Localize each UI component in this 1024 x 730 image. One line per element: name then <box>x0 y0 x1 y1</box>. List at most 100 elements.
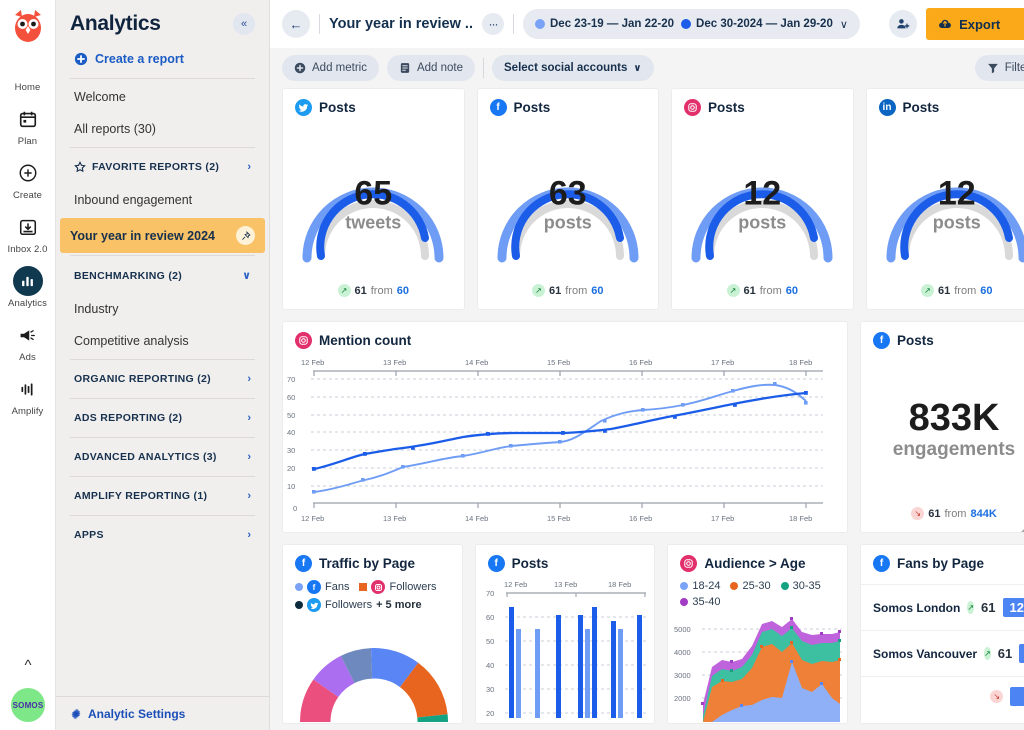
posts-bar-card[interactable]: f Posts 12 Feb 13 Feb 18 Feb 70 60 50 <box>475 544 656 724</box>
rail-footer: ^ SOMOS <box>0 657 56 722</box>
svg-text:17 Feb: 17 Feb <box>711 358 734 367</box>
top-bar: ← Your year in review .. ··· Dec 23-19 —… <box>270 0 1024 48</box>
select-social-accounts-dropdown[interactable]: Select social accounts ∨ <box>492 55 654 81</box>
svg-text:70: 70 <box>287 375 295 384</box>
filters-button[interactable]: Filters <box>975 55 1024 81</box>
legend-item-tw-followers[interactable]: Followers + 5 more <box>295 598 422 612</box>
gauge-value: 63 <box>478 177 659 211</box>
rail-item-create[interactable]: Create <box>0 158 56 201</box>
mention-count-card[interactable]: Mention count 12 Feb 13 Feb 14 Feb 15 Fe… <box>282 321 848 533</box>
trend-up-icon: ↗ <box>921 284 934 297</box>
avatar[interactable]: SOMOS <box>11 688 45 722</box>
divider <box>70 78 255 79</box>
owl-logo[interactable] <box>8 6 48 46</box>
chevron-right-icon: › <box>247 373 251 385</box>
rail-item-analytics[interactable]: Analytics <box>0 266 56 309</box>
card-title: Fans by Page <box>897 556 984 571</box>
engagements-card[interactable]: f Posts 833K engagements ↘ 61 from 844K … <box>860 321 1024 533</box>
sidebar-item-all-reports[interactable]: All reports (30) <box>70 113 255 145</box>
gauge-card-facebook-posts[interactable]: f Posts 63 posts ↗ 61 <box>477 88 660 310</box>
benchmarking-label: BENCHMARKING (2) <box>74 270 182 282</box>
svg-text:18 Feb: 18 Feb <box>789 514 812 523</box>
divider <box>70 359 255 360</box>
add-metric-button[interactable]: Add metric <box>282 55 379 81</box>
date-range-selector[interactable]: Dec 23-19 — Jan 22-20 Dec 30-2024 — Jan … <box>523 9 860 39</box>
sidebar-body: Create a report Welcome All reports (30)… <box>56 44 269 552</box>
card-title: Mention count <box>319 333 411 348</box>
fans-value: 126K <box>1003 598 1024 617</box>
sidebar-item-welcome[interactable]: Welcome <box>70 81 255 113</box>
plus-circle-icon <box>294 62 306 74</box>
traffic-donut-chart <box>283 618 463 724</box>
traffic-by-page-card[interactable]: f Traffic by Page f Fans Followers <box>282 544 463 724</box>
engagements-value: 833K <box>909 399 1000 437</box>
rail-item-home[interactable]: Home <box>0 50 56 93</box>
svg-text:40: 40 <box>287 428 295 437</box>
sidebar-collapse-icon[interactable]: « <box>233 13 255 35</box>
legend-label: 35-40 <box>692 596 720 608</box>
sidebar-item-competitive-analysis[interactable]: Competitive analysis <box>70 325 255 357</box>
legend-more[interactable]: + 5 more <box>376 599 422 611</box>
sidebar-item-your-year-in-review[interactable]: Your year in review 2024 <box>60 218 265 253</box>
share-button[interactable] <box>889 10 917 38</box>
legend-item-ig-followers[interactable]: Followers <box>359 580 436 594</box>
report-more-button[interactable]: ··· <box>482 13 504 35</box>
svg-text:13 Feb: 13 Feb <box>383 358 406 367</box>
gauge-card-linkedin-posts[interactable]: in Posts 12 posts ↗ 61 <box>866 88 1024 310</box>
legend: f Fans Followers <box>283 576 462 614</box>
audience-age-card[interactable]: Audience > Age 18-24 25-30 30-35 35-40 <box>667 544 848 724</box>
audience-area-chart: 5000 4000 3000 2000 <box>670 610 845 722</box>
filter-icon <box>987 62 999 74</box>
sidebar-group-apps[interactable]: APPS › <box>70 518 255 552</box>
rail-item-amplify[interactable]: Amplify <box>0 374 56 417</box>
svg-text:14 Feb: 14 Feb <box>465 514 488 523</box>
svg-text:15 Feb: 15 Feb <box>547 514 570 523</box>
chevron-right-icon: › <box>247 412 251 424</box>
sidebar-group-ads-reporting[interactable]: ADS REPORTING (2) › <box>70 401 255 435</box>
gear-icon <box>70 708 82 720</box>
sidebar-group-favorite-reports[interactable]: FAVORITE REPORTS (2) › <box>70 150 255 184</box>
delta-indicator: ↗ 61 from 60 <box>283 284 464 309</box>
legend-item-18-24[interactable]: 18-24 <box>680 580 720 592</box>
sidebar-group-amplify-reporting[interactable]: AMPLIFY REPORTING (1) › <box>70 479 255 513</box>
rail-collapse-icon[interactable]: ^ <box>24 657 31 674</box>
sidebar-header: Analytics « <box>56 0 269 44</box>
add-note-button[interactable]: Add note <box>387 55 475 81</box>
rail-item-ads[interactable]: Ads <box>0 320 56 363</box>
analytic-settings-button[interactable]: Analytic Settings <box>56 696 269 730</box>
gauge-unit: posts <box>672 213 853 234</box>
sidebar-group-benchmarking[interactable]: BENCHMARKING (2) ∨ <box>70 258 255 293</box>
fans-row[interactable]: Somos London ↗ 61 126K <box>861 584 1024 630</box>
plus-circle-icon <box>13 158 43 188</box>
sidebar-group-advanced-analytics[interactable]: ADVANCED ANALYTICS (3) › <box>70 440 255 474</box>
fans-page-name: Somos London <box>873 601 960 615</box>
chevron-right-icon: › <box>247 161 251 173</box>
gauge-card-twitter-posts[interactable]: Posts 65 tweets ↗ 61 from <box>282 88 465 310</box>
fans-by-page-card[interactable]: f Fans by Page Somos London ↗ 61 126K So… <box>860 544 1024 724</box>
svg-text:30: 30 <box>486 685 494 694</box>
gauge-card-instagram-posts[interactable]: Posts 12 posts ↗ 61 from <box>671 88 854 310</box>
delta-from: from <box>944 508 966 520</box>
legend-item-25-30[interactable]: 25-30 <box>730 580 770 592</box>
chevron-right-icon: › <box>247 451 251 463</box>
megaphone-icon <box>13 320 43 350</box>
legend-label: Followers <box>325 599 372 611</box>
sidebar-item-inbound-engagement[interactable]: Inbound engagement <box>70 184 255 216</box>
legend-item-30-35[interactable]: 30-35 <box>781 580 821 592</box>
sidebar-group-organic-reporting[interactable]: ORGANIC REPORTING (2) › <box>70 362 255 396</box>
back-button[interactable]: ← <box>282 10 310 38</box>
twitter-icon <box>295 99 312 116</box>
rail-item-plan[interactable]: Plan <box>0 104 56 147</box>
legend-item-35-40[interactable]: 35-40 <box>680 596 720 608</box>
fans-row[interactable]: Somos Vancouver ↗ 61 62K <box>861 630 1024 676</box>
export-button[interactable]: Export ∨ <box>926 8 1024 40</box>
svg-text:15 Feb: 15 Feb <box>547 358 570 367</box>
date-range-label-2: Dec 30-2024 — Jan 29-20 <box>696 18 833 30</box>
fans-row-partial[interactable]: ↘ <box>861 676 1024 719</box>
pin-icon[interactable] <box>236 226 255 245</box>
legend-item-fans[interactable]: f Fans <box>295 580 349 594</box>
create-report-button[interactable]: Create a report <box>70 44 255 76</box>
sidebar-item-industry[interactable]: Industry <box>70 293 255 325</box>
fans-value <box>1010 687 1024 706</box>
rail-item-inbox[interactable]: Inbox 2.0 <box>0 212 56 255</box>
